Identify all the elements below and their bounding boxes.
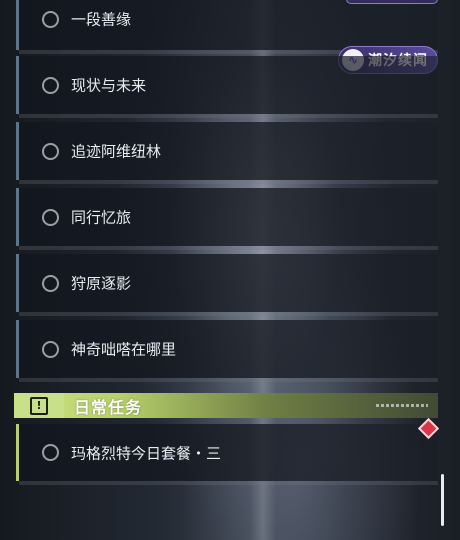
quest-label: 神奇咄嗒在哪里 bbox=[71, 340, 177, 359]
quest-label: 玛格烈特今日套餐・三 bbox=[71, 444, 222, 462]
daily-tasks-header[interactable]: ! 日常任务 bbox=[14, 393, 438, 418]
quest-status-circle bbox=[42, 444, 59, 461]
daily-icon-box: ! bbox=[14, 393, 64, 418]
quest-label: 追迹阿维纽林 bbox=[71, 142, 162, 161]
quest-status-circle bbox=[42, 10, 59, 28]
quest-row-1[interactable]: 一段善缘 bbox=[16, 0, 438, 54]
quest-label: 同行忆旅 bbox=[71, 208, 132, 227]
quest-row-5[interactable]: 狩原逐影 bbox=[16, 254, 438, 316]
daily-tasks-title: 日常任务 bbox=[74, 397, 143, 417]
quest-label: 现状与未来 bbox=[71, 76, 147, 95]
badge-tab-edge bbox=[346, 0, 438, 4]
quest-row-3[interactable]: 追迹阿维纽林 bbox=[16, 122, 438, 184]
quest-status-circle bbox=[42, 340, 59, 358]
quest-status-circle bbox=[42, 76, 59, 94]
quest-status-circle bbox=[42, 142, 59, 160]
quest-status-circle bbox=[42, 208, 59, 226]
alert-icon: ! bbox=[30, 396, 48, 415]
quest-row-2[interactable]: 现状与未来 bbox=[16, 56, 438, 118]
quest-row-6[interactable]: 神奇咄嗒在哪里 bbox=[16, 320, 438, 382]
scrollbar-thumb[interactable] bbox=[441, 474, 444, 526]
quest-label: 狩原逐影 bbox=[71, 274, 132, 293]
quest-row-4[interactable]: 同行忆旅 bbox=[16, 188, 438, 250]
quest-label: 一段善缘 bbox=[71, 10, 132, 29]
header-decoration bbox=[376, 404, 428, 407]
daily-quest-row-1[interactable]: 玛格烈特今日套餐・三 bbox=[16, 424, 438, 485]
quest-status-circle bbox=[42, 274, 59, 292]
